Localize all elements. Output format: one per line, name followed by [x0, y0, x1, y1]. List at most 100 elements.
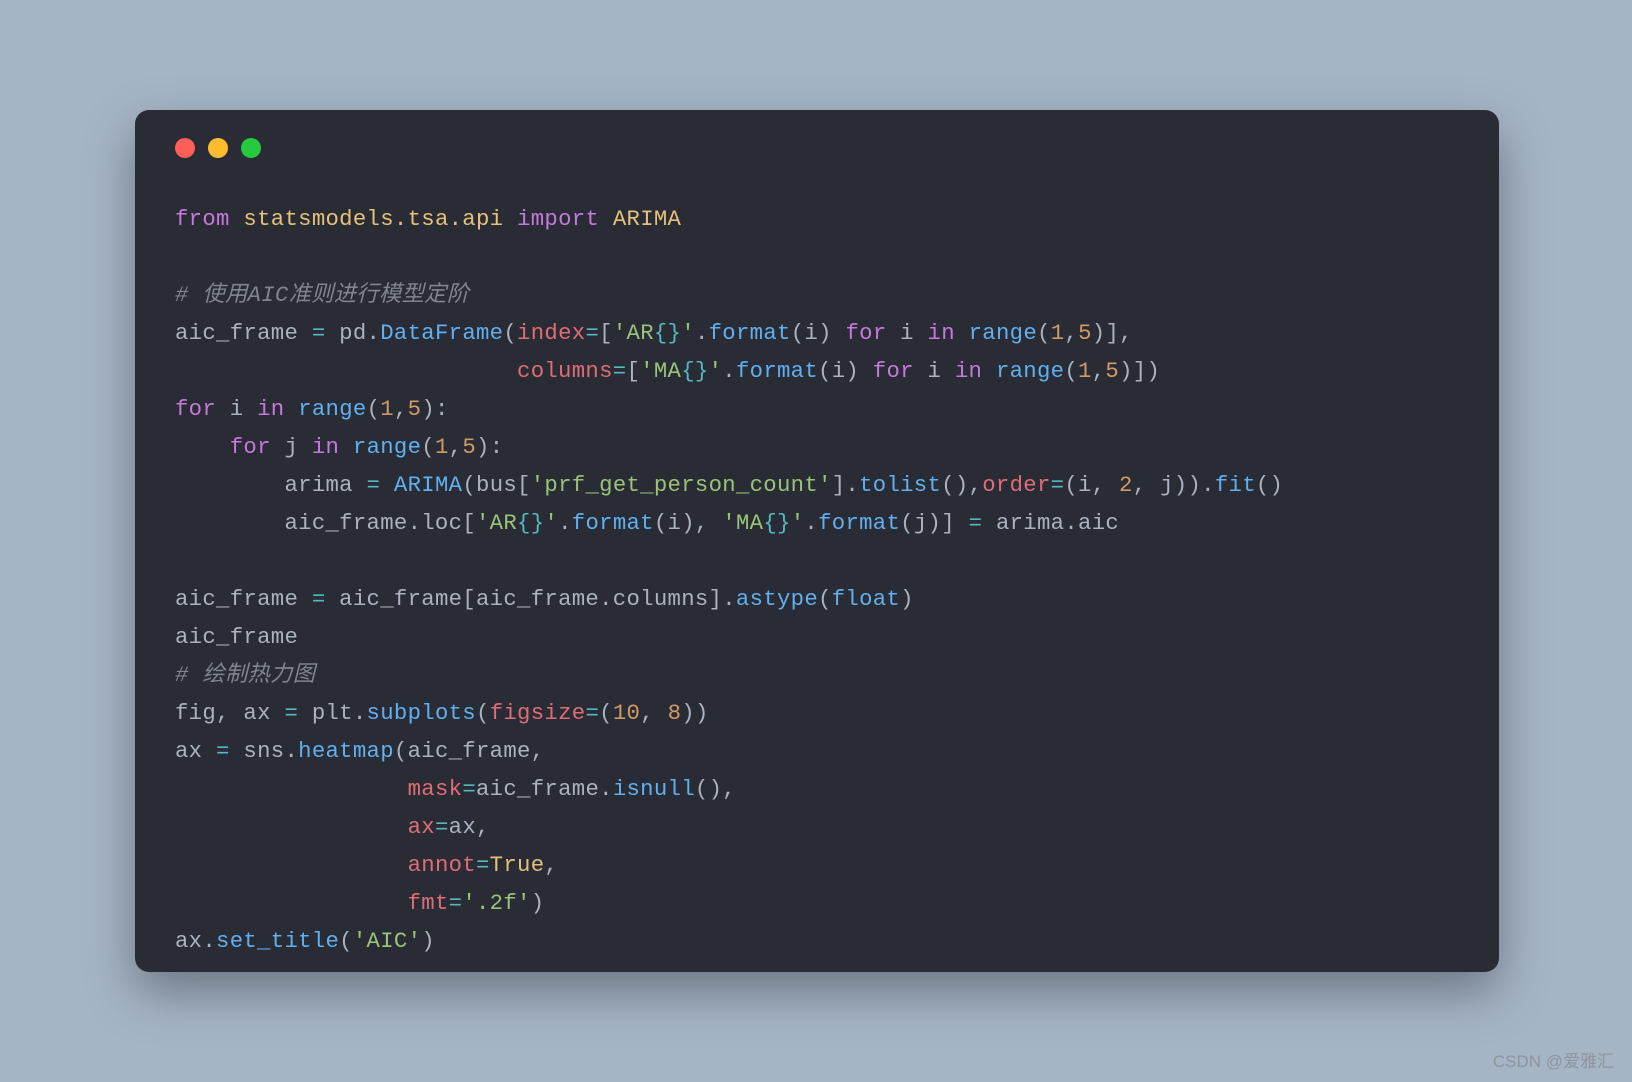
- args: , j)).: [1133, 472, 1215, 498]
- zoom-icon[interactable]: [241, 138, 261, 158]
- paren: ): [900, 586, 914, 612]
- dot: .: [558, 510, 572, 536]
- comma: ,: [449, 434, 463, 460]
- string-format: {}: [763, 510, 790, 536]
- function-call: range: [969, 320, 1037, 346]
- args: (i): [818, 358, 873, 384]
- dot: .: [722, 358, 736, 384]
- keyword-for: for: [230, 434, 271, 460]
- space: [339, 434, 353, 460]
- identifier: aic_frame: [175, 586, 312, 612]
- class-name: ARIMA: [613, 206, 681, 232]
- operator: =: [284, 700, 298, 726]
- indent: [175, 358, 517, 384]
- number: 10: [613, 700, 640, 726]
- module-name: statsmodels.tsa.api: [243, 206, 503, 232]
- comment: # 使用AIC准则进行模型定阶: [175, 282, 469, 308]
- number: 5: [1078, 320, 1092, 346]
- function-call: fit: [1215, 472, 1256, 498]
- paren: (: [599, 700, 613, 726]
- identifier: i: [887, 320, 928, 346]
- number: 2: [1119, 472, 1133, 498]
- identifier: ax: [175, 738, 216, 764]
- bracket: [: [599, 320, 613, 346]
- space: [284, 396, 298, 422]
- operator: =: [462, 776, 476, 802]
- space: [982, 358, 996, 384]
- keyword-for: for: [873, 358, 914, 384]
- string: ': [544, 510, 558, 536]
- function-call: DataFrame: [380, 320, 503, 346]
- function-call: format: [736, 358, 818, 384]
- close-icon[interactable]: [175, 138, 195, 158]
- function-call: tolist: [859, 472, 941, 498]
- keyword-from: from: [175, 206, 230, 232]
- args: (i),: [654, 510, 722, 536]
- function-call: isnull: [613, 776, 695, 802]
- kwarg: annot: [408, 852, 476, 878]
- comma: ,: [394, 396, 408, 422]
- comma: ,: [544, 852, 558, 878]
- identifier: aic_frame: [175, 624, 298, 650]
- comma: ,: [1064, 320, 1078, 346]
- string: 'AR: [613, 320, 654, 346]
- indent: [175, 472, 284, 498]
- identifier: aic_frame: [175, 320, 312, 346]
- kwarg: order: [982, 472, 1050, 498]
- identifier: aic_frame.loc[: [284, 510, 476, 536]
- function-call: range: [353, 434, 421, 460]
- identifier: fig, ax: [175, 700, 284, 726]
- indent: [175, 434, 230, 460]
- string: ': [681, 320, 695, 346]
- operator: =: [585, 700, 599, 726]
- args: (i): [791, 320, 846, 346]
- identifier: i: [216, 396, 257, 422]
- number: 5: [462, 434, 476, 460]
- function-call: ARIMA: [394, 472, 462, 498]
- function-call: range: [996, 358, 1064, 384]
- indent: [175, 814, 408, 840]
- identifier: ax.: [175, 928, 216, 954]
- watermark-text: CSDN @爱雅汇: [1493, 1047, 1614, 1072]
- minimize-icon[interactable]: [208, 138, 228, 158]
- paren: )): [681, 700, 708, 726]
- string-format: {}: [681, 358, 708, 384]
- operator: =: [449, 890, 463, 916]
- function-call: format: [818, 510, 900, 536]
- dot: ].: [832, 472, 859, 498]
- paren: (: [503, 320, 517, 346]
- builtin: float: [832, 586, 900, 612]
- paren: )],: [1092, 320, 1133, 346]
- string: 'AR: [476, 510, 517, 536]
- comma: ,: [1092, 358, 1106, 384]
- paren: ):: [476, 434, 503, 460]
- identifier: aic_frame.: [476, 776, 613, 802]
- paren: ): [421, 928, 435, 954]
- args: (bus[: [462, 472, 530, 498]
- function-call: range: [298, 396, 366, 422]
- kwarg: index: [517, 320, 585, 346]
- number: 1: [1051, 320, 1065, 346]
- kwarg: columns: [517, 358, 613, 384]
- number: 8: [668, 700, 682, 726]
- paren: (: [1037, 320, 1051, 346]
- paren: (: [818, 586, 832, 612]
- paren: ): [531, 890, 545, 916]
- string: '.2f': [462, 890, 530, 916]
- identifier: sns.: [230, 738, 298, 764]
- operator: =: [312, 320, 326, 346]
- operator: =: [585, 320, 599, 346]
- operator: =: [367, 472, 381, 498]
- args: (j)]: [900, 510, 968, 536]
- string-format: {}: [654, 320, 681, 346]
- number: 5: [1105, 358, 1119, 384]
- paren: (: [367, 396, 381, 422]
- keyword-in: in: [257, 396, 284, 422]
- function-call: format: [572, 510, 654, 536]
- identifier: pd.: [326, 320, 381, 346]
- identifier: arima.aic: [982, 510, 1119, 536]
- operator: =: [613, 358, 627, 384]
- bracket: [: [626, 358, 640, 384]
- keyword-in: in: [312, 434, 339, 460]
- kwarg: ax: [408, 814, 435, 840]
